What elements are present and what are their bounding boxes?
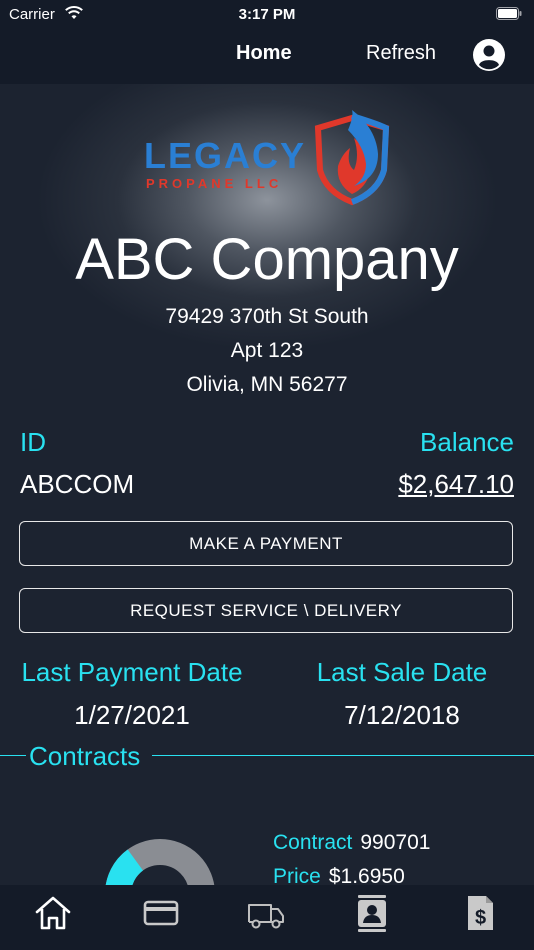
tab-payments[interactable] <box>141 893 181 933</box>
last-payment-date-value: 1/27/2021 <box>74 700 190 730</box>
profile-icon[interactable] <box>472 38 506 72</box>
contract-row: Contract 990701 <box>273 831 430 855</box>
address-line-1: 79429 370th St South <box>165 305 369 328</box>
status-bar: Carrier 3:17 PM <box>0 0 534 28</box>
svg-text:PROPANE LLC: PROPANE LLC <box>146 176 282 191</box>
id-value: ABCCOM <box>20 469 135 499</box>
request-service-button[interactable]: REQUEST SERVICE \ DELIVERY <box>19 588 513 633</box>
app-screen: Carrier 3:17 PM Home Refresh LEGACY PROP… <box>0 0 534 950</box>
id-label: ID <box>20 427 46 457</box>
nav-bar: Home Refresh <box>0 28 534 84</box>
last-sale-date-label: Last Sale Date <box>316 657 488 687</box>
nav-home-button[interactable]: Home <box>236 42 292 65</box>
contract-value: 990701 <box>360 831 431 854</box>
legacy-propane-logo: LEGACY PROPANE LLC <box>144 110 390 206</box>
tab-invoices[interactable]: $ <box>460 893 500 933</box>
battery-icon <box>496 7 522 20</box>
company-name: ABC Company <box>75 227 459 292</box>
credit-card-icon <box>143 900 179 926</box>
tab-deliveries[interactable] <box>246 893 286 933</box>
tab-bar: $ <box>0 885 534 950</box>
balance-value-link[interactable]: $2,647.10 <box>398 469 514 500</box>
last-sale-date-value: 7/12/2018 <box>344 700 460 730</box>
contracts-section-title: Contracts <box>29 741 141 771</box>
tab-home[interactable] <box>33 893 73 933</box>
address-line-3: Olivia, MN 56277 <box>186 373 348 396</box>
section-divider-left <box>0 755 26 756</box>
status-time: 3:17 PM <box>238 6 296 23</box>
tab-contacts[interactable] <box>352 893 392 933</box>
balance-label: Balance <box>420 427 514 457</box>
svg-text:$: $ <box>475 907 486 929</box>
contract-label: Contract <box>273 831 353 854</box>
contact-card-icon <box>358 895 386 932</box>
truck-icon <box>248 904 284 929</box>
section-divider-right <box>152 755 534 756</box>
svg-text:LEGACY: LEGACY <box>144 135 306 176</box>
nav-refresh-button[interactable]: Refresh <box>366 42 436 65</box>
invoice-icon: $ <box>468 896 493 930</box>
home-icon <box>35 896 71 930</box>
address-line-2: Apt 123 <box>230 339 304 362</box>
last-payment-date-label: Last Payment Date <box>21 657 243 687</box>
make-payment-button[interactable]: MAKE A PAYMENT <box>19 521 513 566</box>
